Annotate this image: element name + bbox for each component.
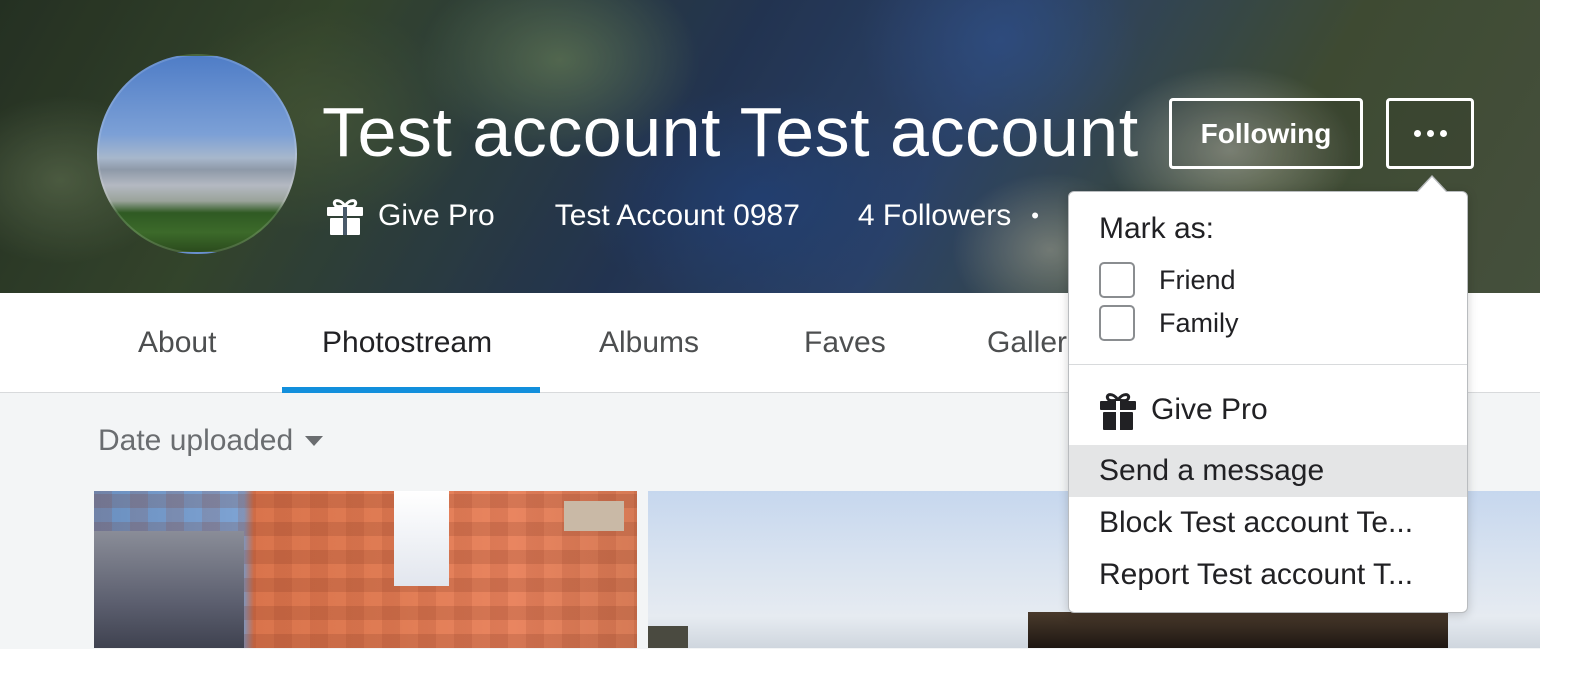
sort-label: Date uploaded	[98, 424, 294, 457]
sort-dropdown[interactable]: Date uploaded	[98, 424, 324, 458]
give-pro-label: Give Pro	[378, 199, 495, 232]
photo-detail	[94, 531, 244, 648]
more-dots-icon	[1413, 130, 1447, 137]
family-label: Family	[1159, 307, 1239, 338]
more-menu: Mark as: Friend Family Give Pro Send a m…	[1068, 191, 1468, 613]
family-checkbox[interactable]	[1099, 305, 1135, 341]
photo-detail	[648, 626, 688, 648]
friend-label: Friend	[1159, 264, 1236, 295]
username: Test Account 0987	[554, 199, 800, 232]
menu-pointer-fill	[1417, 177, 1447, 193]
tab-faves[interactable]: Faves	[804, 293, 886, 393]
tab-galleries[interactable]: Galler	[987, 293, 1067, 393]
menu-item-give-pro[interactable]: Give Pro	[1069, 384, 1467, 436]
tab-albums[interactable]: Albums	[599, 293, 699, 393]
friend-checkbox[interactable]	[1099, 262, 1135, 298]
menu-item-label: Give Pro	[1151, 393, 1268, 426]
gift-icon	[327, 199, 363, 235]
tab-photostream[interactable]: Photostream	[322, 293, 492, 393]
menu-divider	[1069, 364, 1467, 365]
followers-link[interactable]: 4 Followers	[858, 199, 1011, 233]
more-button[interactable]	[1386, 98, 1474, 169]
photo-thumbnail[interactable]	[94, 491, 637, 648]
profile-meta: Give Pro Test Account 0987 4 Followers •	[326, 196, 1039, 236]
menu-item-block[interactable]: Block Test account Te...	[1069, 497, 1467, 549]
profile-name: Test account Test account	[322, 93, 1139, 171]
mark-as-title: Mark as:	[1099, 212, 1215, 245]
caret-down-icon	[305, 436, 324, 446]
give-pro-link[interactable]: Give Pro	[326, 196, 495, 236]
gift-icon	[1100, 393, 1136, 430]
photo-detail	[1028, 612, 1448, 648]
friend-option[interactable]: Friend	[1099, 262, 1236, 298]
photo-detail	[564, 501, 624, 531]
photo-detail	[394, 491, 449, 586]
menu-item-send-message[interactable]: Send a message	[1069, 445, 1467, 497]
following-button[interactable]: Following	[1169, 98, 1363, 169]
meta-separator: •	[1031, 203, 1039, 228]
avatar[interactable]	[97, 54, 297, 254]
family-option[interactable]: Family	[1099, 305, 1239, 341]
tab-about[interactable]: About	[138, 293, 216, 393]
menu-item-report[interactable]: Report Test account T...	[1069, 549, 1467, 601]
